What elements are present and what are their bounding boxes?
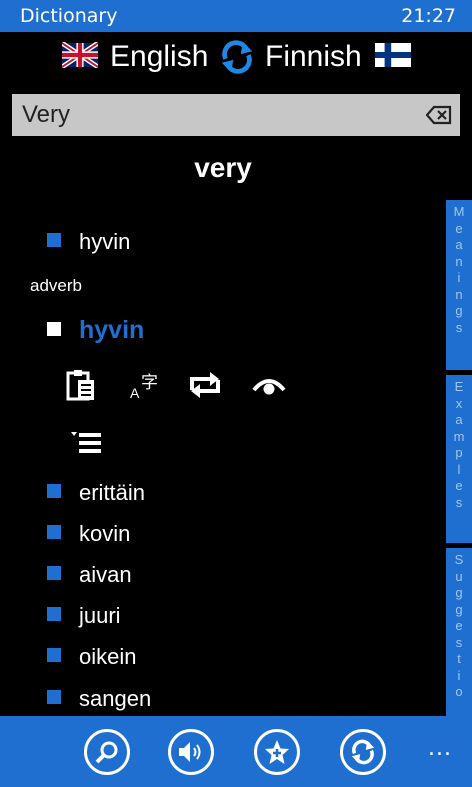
target-language[interactable]: Finnish [265, 38, 362, 76]
source-language[interactable]: English [110, 38, 208, 76]
side-tab-letter: a [455, 237, 463, 252]
speak-button[interactable] [168, 729, 214, 775]
clipboard-icon[interactable] [64, 368, 98, 402]
translation-word[interactable]: kovin [79, 521, 130, 547]
side-tab-letter: p [455, 445, 463, 460]
more-menu-button[interactable]: ... [428, 736, 452, 761]
tab-examples[interactable]: Examples [446, 375, 472, 543]
part-of-speech: adverb [30, 276, 82, 295]
repeat-icon[interactable] [188, 368, 222, 402]
favorite-button[interactable] [254, 729, 300, 775]
bullet-icon [47, 607, 61, 621]
side-tab-letter: S [454, 552, 464, 567]
side-tab-letter: u [455, 568, 463, 584]
clear-text-icon[interactable] [426, 104, 452, 126]
side-tab-letter: n [455, 253, 463, 269]
search-button[interactable] [84, 729, 130, 775]
translation-word[interactable]: oikein [79, 644, 136, 670]
side-tab-letter: M [453, 204, 465, 219]
tab-meanings[interactable]: Meanings [446, 200, 472, 370]
tab-suggestions[interactable]: Suggestio [446, 548, 472, 716]
swap-button[interactable] [340, 729, 386, 775]
add-favorite-icon [265, 740, 289, 764]
svg-text:A: A [130, 385, 140, 401]
side-tab-letter: l [457, 461, 461, 477]
translation-word[interactable]: juuri [79, 603, 121, 629]
app-bar: ... [0, 716, 472, 787]
side-tab-letter: i [457, 667, 461, 683]
svg-text:字: 字 [141, 373, 158, 393]
app-title: Dictionary [20, 5, 118, 27]
swap-languages-icon[interactable] [218, 38, 256, 76]
bullet-icon [47, 484, 61, 498]
view-icon[interactable] [252, 368, 286, 402]
bullet-icon [47, 525, 61, 539]
side-tab-letter: s [455, 319, 463, 335]
translation-word[interactable]: erittäin [79, 480, 145, 506]
side-tab-letter: t [457, 651, 461, 666]
side-tab-letter: o [455, 684, 463, 699]
translation-word[interactable]: sangen [79, 686, 151, 712]
headword: very [194, 152, 252, 183]
side-tab-letter: g [455, 585, 463, 600]
search-input[interactable] [12, 94, 412, 136]
refresh-icon [351, 739, 375, 765]
language-selector: English Finnish [0, 38, 472, 78]
side-tab-letter: x [455, 395, 463, 411]
list-icon[interactable] [70, 426, 104, 460]
speaker-icon [179, 742, 201, 762]
bullet-icon [47, 566, 61, 580]
status-bar: Dictionary 21:27 [0, 0, 472, 32]
side-tab-letter: e [455, 220, 463, 236]
side-tab-letter: g [455, 601, 463, 617]
side-tab-letter: g [455, 303, 463, 318]
bullet-icon [47, 648, 61, 662]
search-box [12, 94, 460, 136]
bullet-icon [47, 233, 61, 247]
side-tab-letter: i [457, 270, 461, 285]
clock: 21:27 [401, 5, 456, 27]
side-tab-letter: e [455, 618, 463, 633]
uk-flag-icon[interactable] [62, 42, 98, 68]
bullet-icon [47, 690, 61, 704]
translate-icon[interactable]: A 字 [128, 368, 162, 402]
side-tab-letter: s [455, 494, 463, 510]
finland-flag-icon[interactable] [375, 42, 411, 68]
side-tab-letter: s [455, 634, 463, 650]
selected-bullet-icon [47, 322, 61, 336]
side-tab-letter: m [453, 428, 465, 444]
side-tab-letter: a [455, 412, 463, 427]
translation-word[interactable]: hyvin [79, 229, 130, 255]
side-tab-letter: n [455, 286, 463, 302]
side-tab-letter: e [455, 478, 463, 493]
search-icon [95, 741, 118, 764]
selected-translation[interactable]: hyvin [79, 316, 144, 345]
translation-word[interactable]: aivan [79, 562, 132, 588]
side-tabs: Meanings Examples Suggestio [446, 200, 472, 716]
side-tab-letter: E [454, 379, 464, 394]
